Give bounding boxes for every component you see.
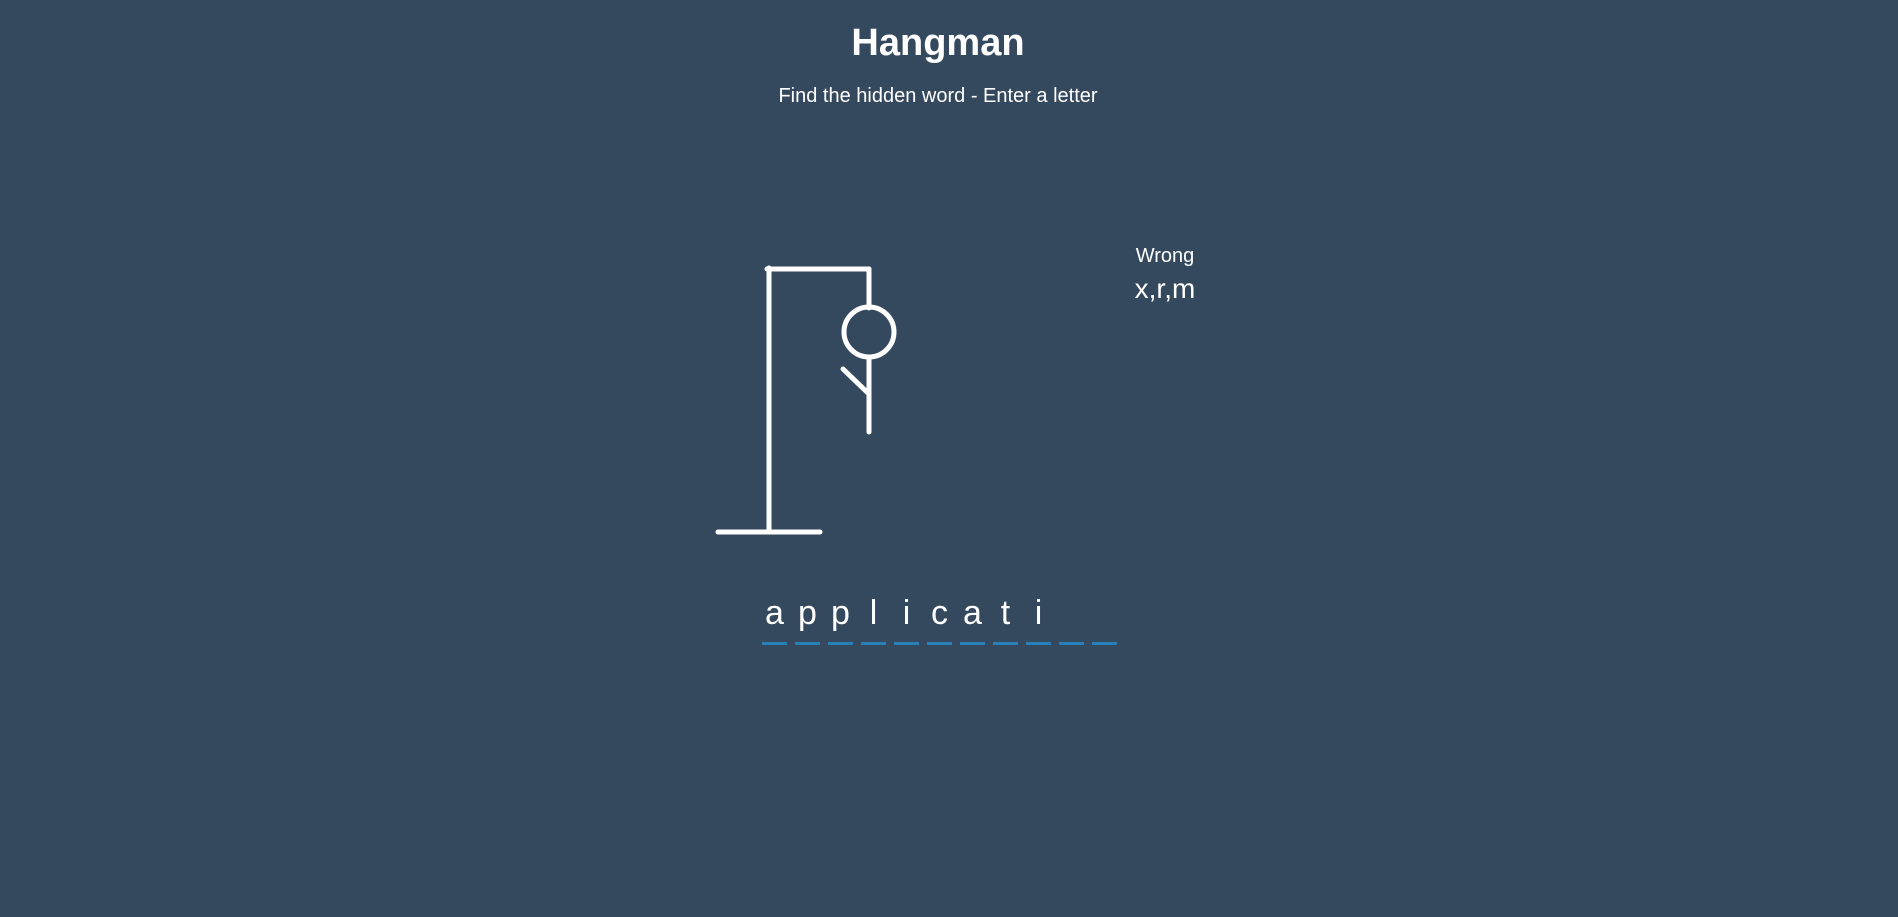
letter-slot: c xyxy=(927,590,952,645)
wrong-letters-panel: Wrong x,r,m xyxy=(1100,244,1230,306)
letter-slot: p xyxy=(828,590,853,645)
letter-slot: i xyxy=(1026,590,1051,645)
hidden-word: a p p l i c a t i xyxy=(762,590,1125,645)
wrong-label: Wrong xyxy=(1135,245,1195,267)
game-instructions: Find the hidden word - Enter a letter xyxy=(778,85,1098,107)
letter-slot: i xyxy=(894,590,919,645)
letter-slot xyxy=(1059,590,1084,645)
letter-slot: l xyxy=(861,590,886,645)
hangman-figure xyxy=(715,265,897,535)
letter-slot: a xyxy=(960,590,985,645)
wrong-letters: x,r,m xyxy=(1134,273,1196,304)
hangman-head xyxy=(841,304,897,360)
letter-slot: p xyxy=(795,590,820,645)
letter-slot xyxy=(1092,590,1117,645)
letter-slot: a xyxy=(762,590,787,645)
game-title: Hangman xyxy=(851,22,1025,64)
letter-slot: t xyxy=(993,590,1018,645)
hangman-left-arm xyxy=(840,366,872,397)
